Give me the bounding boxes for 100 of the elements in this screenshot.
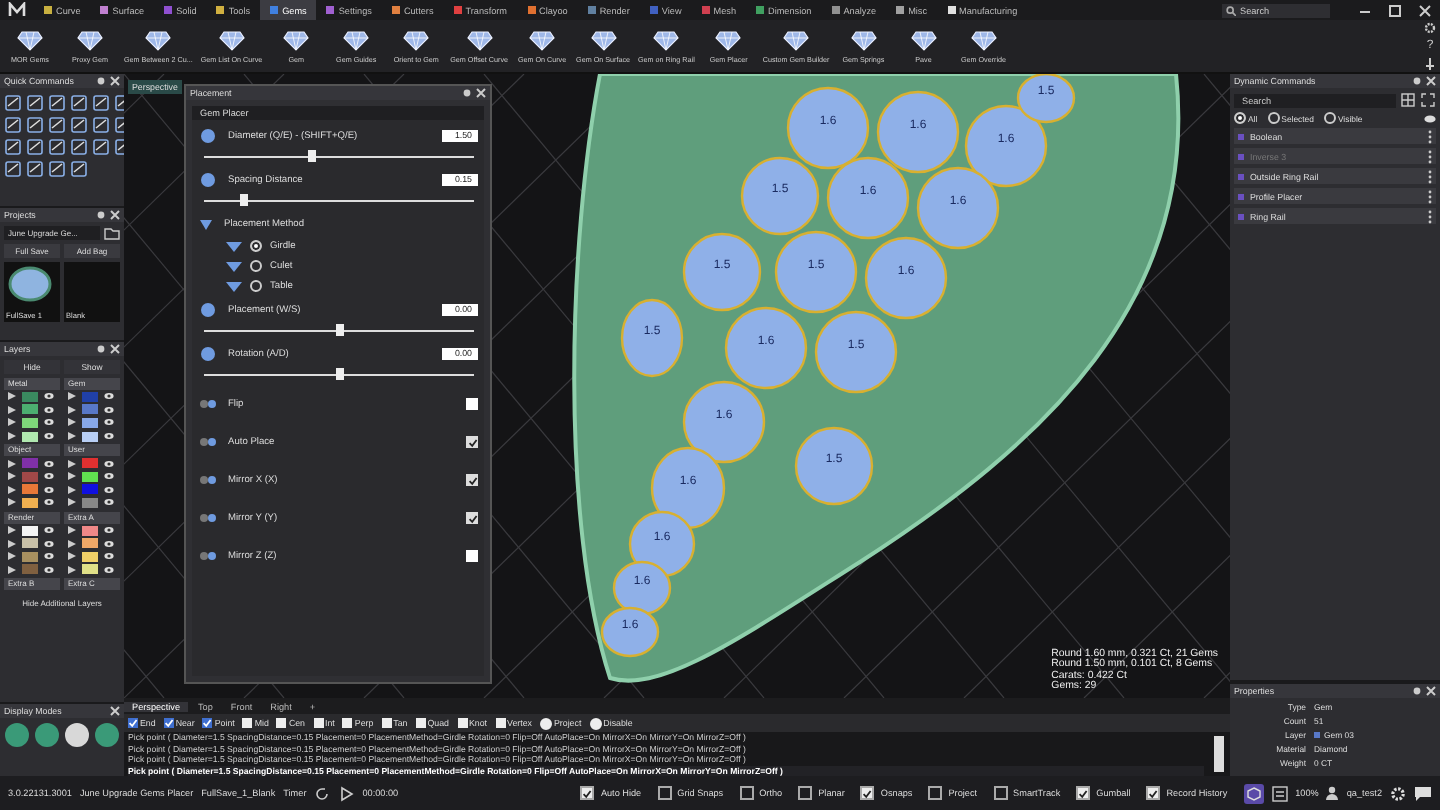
slider[interactable] — [204, 150, 474, 162]
checkbox[interactable] — [276, 718, 287, 728]
layer-swatch[interactable] — [22, 404, 38, 415]
close-icon[interactable] — [110, 706, 120, 716]
layer-swatch[interactable] — [82, 525, 98, 536]
tool-icon[interactable] — [92, 138, 110, 156]
checkbox[interactable] — [1076, 786, 1091, 800]
radio-button[interactable] — [1323, 112, 1336, 124]
close-icon[interactable] — [1426, 76, 1436, 86]
checkbox[interactable] — [242, 718, 253, 728]
layer-swatch[interactable] — [22, 391, 38, 402]
grid-icon[interactable] — [1400, 92, 1416, 108]
close-icon[interactable] — [110, 210, 120, 220]
slider-thumb[interactable] — [335, 368, 343, 380]
pin-icon[interactable] — [1424, 57, 1436, 70]
tool-icon[interactable] — [92, 116, 110, 134]
tool-icon[interactable] — [48, 94, 66, 112]
tool-icon[interactable] — [4, 138, 22, 156]
layer-swatch[interactable] — [22, 417, 38, 428]
tool-icon[interactable] — [48, 116, 66, 134]
checkbox[interactable] — [381, 718, 392, 728]
scrollbar[interactable] — [1214, 736, 1224, 772]
eye-icon[interactable] — [104, 405, 114, 414]
sphere-icon[interactable] — [4, 722, 30, 748]
tool-icon[interactable] — [92, 94, 110, 112]
eye-icon[interactable] — [1424, 113, 1436, 123]
layer-swatch[interactable] — [82, 417, 98, 428]
tool-icon[interactable] — [26, 138, 44, 156]
checkbox[interactable] — [798, 786, 813, 800]
radio-button[interactable] — [250, 280, 262, 292]
radio-button[interactable] — [1267, 112, 1280, 124]
checkbox[interactable] — [657, 786, 672, 800]
checkbox[interactable] — [495, 718, 506, 728]
layer-swatch[interactable] — [22, 525, 38, 536]
layer-swatch[interactable] — [22, 471, 38, 482]
tool-icon[interactable] — [48, 160, 66, 178]
close-icon[interactable] — [110, 76, 120, 86]
slider-thumb[interactable] — [335, 324, 343, 336]
eye-icon[interactable] — [104, 485, 114, 494]
tool-icon[interactable] — [70, 160, 88, 178]
close-icon[interactable] — [110, 344, 120, 354]
slider[interactable] — [204, 324, 474, 336]
sphere-icon[interactable] — [34, 722, 60, 748]
checkbox[interactable] — [580, 786, 595, 800]
slider-thumb[interactable] — [240, 194, 249, 206]
eye-icon[interactable] — [44, 472, 54, 481]
checkbox[interactable] — [466, 398, 478, 410]
checkbox[interactable] — [466, 512, 478, 524]
layer-swatch[interactable] — [22, 497, 38, 508]
layer-swatch[interactable] — [82, 551, 98, 562]
eye-icon[interactable] — [104, 418, 114, 427]
radio-button[interactable] — [250, 240, 262, 252]
checkbox[interactable] — [313, 718, 323, 728]
eye-icon[interactable] — [44, 565, 54, 574]
eye-icon[interactable] — [44, 485, 54, 494]
checkbox[interactable] — [415, 718, 426, 728]
cube-icon[interactable] — [1243, 783, 1264, 803]
close-icon[interactable] — [476, 88, 486, 98]
layer-swatch[interactable] — [82, 458, 98, 469]
eye-icon[interactable] — [104, 472, 114, 481]
layer-swatch[interactable] — [22, 551, 38, 562]
checkbox[interactable] — [993, 786, 1008, 800]
eye-icon[interactable] — [104, 539, 114, 548]
layer-swatch[interactable] — [82, 538, 98, 549]
tool-icon[interactable] — [70, 94, 88, 112]
checkbox[interactable] — [466, 436, 478, 448]
layer-swatch[interactable] — [82, 431, 98, 442]
layer-swatch[interactable] — [22, 538, 38, 549]
slider[interactable] — [204, 194, 474, 206]
layer-swatch[interactable] — [82, 484, 98, 495]
eye-icon[interactable] — [44, 552, 54, 561]
checkbox[interactable] — [466, 474, 478, 486]
tool-icon[interactable] — [48, 138, 66, 156]
tool-icon[interactable] — [70, 138, 88, 156]
eye-icon[interactable] — [104, 552, 114, 561]
tool-icon[interactable] — [70, 116, 88, 134]
checkbox[interactable] — [1146, 786, 1161, 800]
eye-icon[interactable] — [44, 539, 54, 548]
eye-icon[interactable] — [44, 498, 54, 507]
tool-icon[interactable] — [26, 116, 44, 134]
layer-swatch[interactable] — [22, 564, 38, 575]
checkbox[interactable] — [739, 786, 754, 800]
checkbox[interactable] — [342, 718, 353, 728]
layer-swatch[interactable] — [22, 431, 38, 442]
eye-icon[interactable] — [104, 498, 114, 507]
tool-icon[interactable] — [4, 116, 22, 134]
close-icon[interactable] — [1418, 3, 1432, 17]
checkbox[interactable] — [860, 786, 875, 800]
checkbox[interactable] — [466, 550, 478, 562]
layer-swatch[interactable] — [82, 391, 98, 402]
eye-icon[interactable] — [44, 459, 54, 468]
eye-icon[interactable] — [44, 432, 54, 441]
eye-icon[interactable] — [104, 526, 114, 535]
layer-swatch[interactable] — [22, 484, 38, 495]
sphere-icon[interactable] — [64, 722, 90, 748]
sphere-icon[interactable] — [94, 722, 120, 748]
tool-icon[interactable] — [26, 94, 44, 112]
tool-icon[interactable] — [4, 94, 22, 112]
folder-icon[interactable] — [104, 226, 120, 240]
checkbox[interactable] — [928, 786, 943, 800]
